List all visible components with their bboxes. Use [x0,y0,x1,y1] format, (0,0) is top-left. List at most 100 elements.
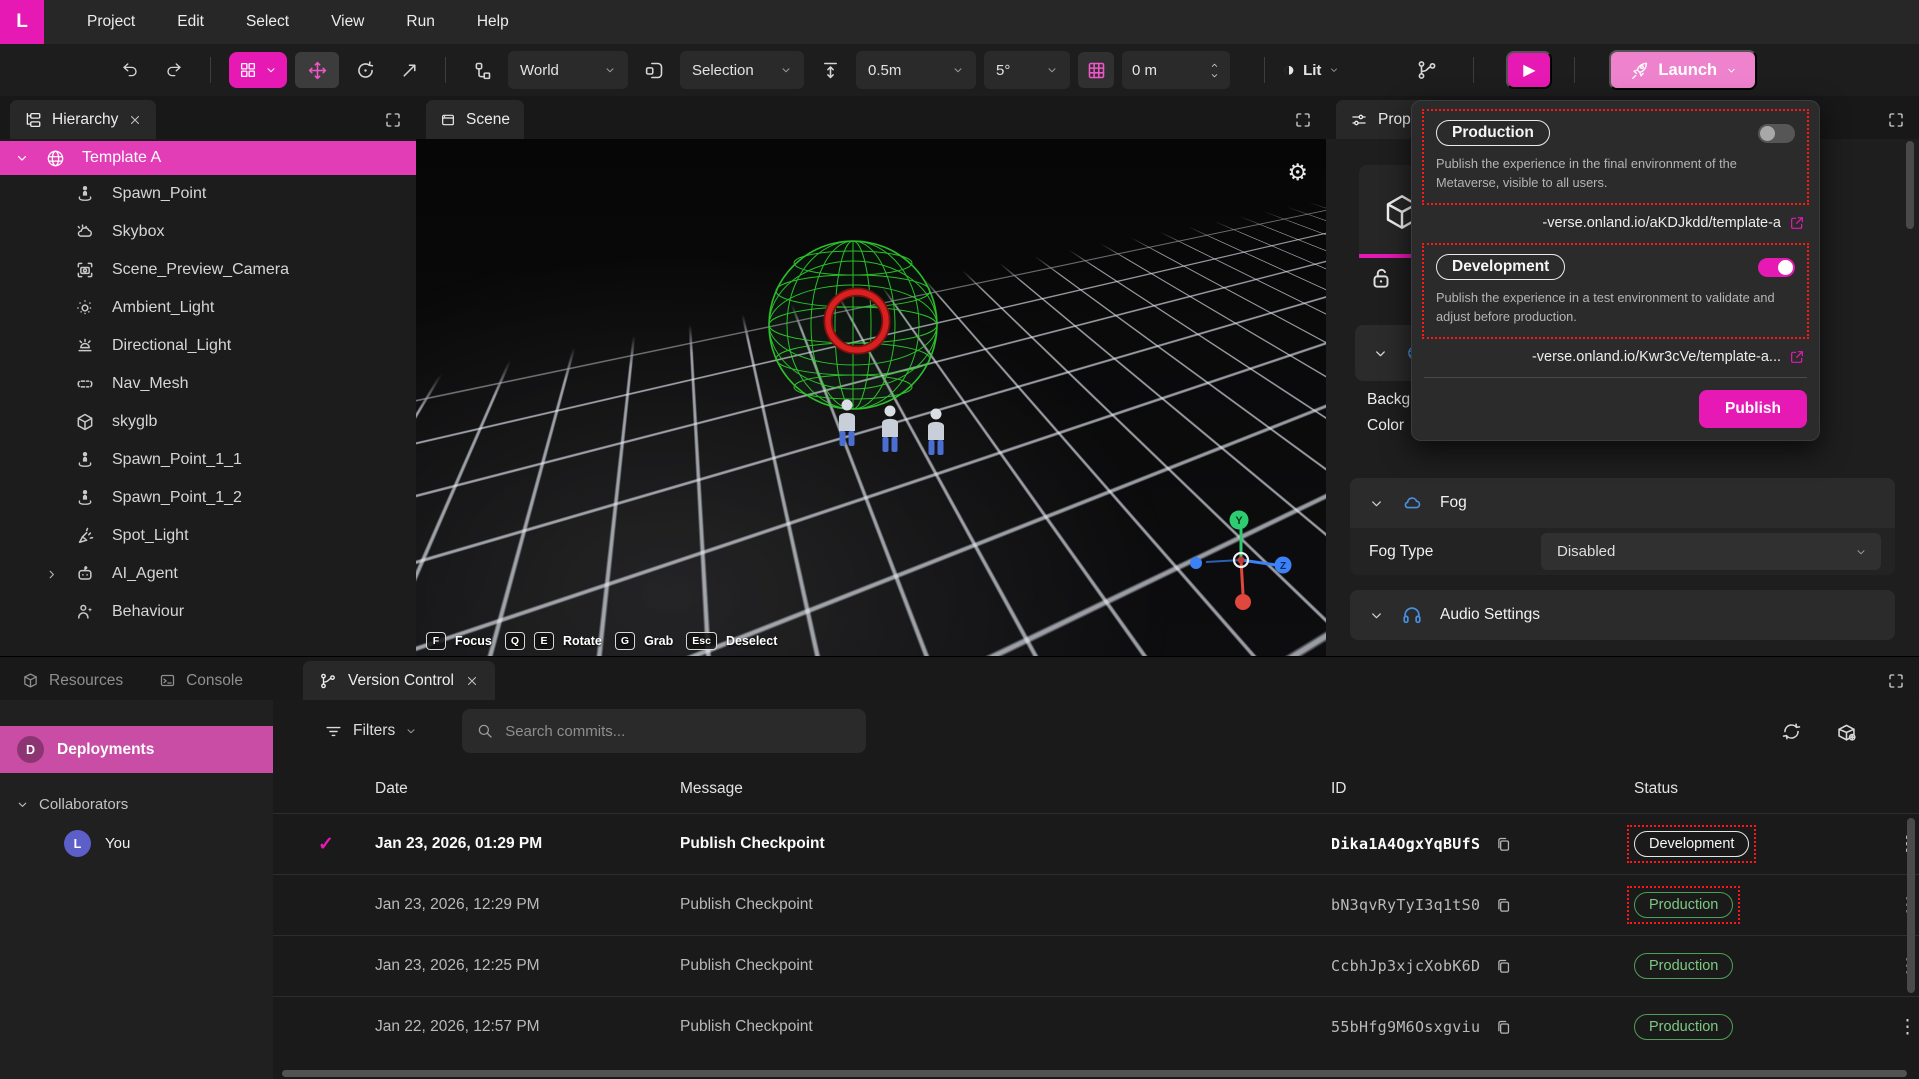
grid-toggle-button[interactable] [1078,52,1114,88]
collaborators-header[interactable]: Collaborators [0,796,273,813]
hierarchy-item-nav-mesh[interactable]: Nav_Mesh [0,365,416,403]
audio-settings-header[interactable]: Audio Settings [1350,590,1895,640]
menu-view[interactable]: View [310,13,385,31]
hierarchy-item-spawn-point[interactable]: Spawn_Point [0,175,416,213]
fog-type-select[interactable]: Disabled [1541,533,1881,570]
tab-hierarchy[interactable]: Hierarchy [10,100,156,139]
play-button[interactable]: ▶ [1506,51,1552,89]
redo-button[interactable] [156,52,192,88]
menu-edit[interactable]: Edit [156,13,225,31]
scale-tool-button[interactable] [391,52,427,88]
transform-space-button[interactable] [464,52,500,88]
external-link-icon[interactable] [1789,349,1805,365]
tab-console-label: Console [186,672,243,690]
close-icon[interactable] [465,674,479,688]
collaborator-you[interactable]: L You [0,830,273,857]
shading-mode-select[interactable]: ◑ Lit [1283,59,1339,82]
move-tool-button[interactable] [295,52,339,88]
hierarchy-item-spot-light[interactable]: Spot_Light [0,517,416,555]
undo-button[interactable] [112,52,148,88]
development-link[interactable]: -verse.onland.io/Kwr3cVe/template-a... [1422,349,1805,365]
hierarchy-item-spawn-point-1-1[interactable]: Spawn_Point_1_1 [0,441,416,479]
sync-icon[interactable] [1781,721,1802,742]
hierarchy-item-scene-preview-camera[interactable]: Scene_Preview_Camera [0,251,416,289]
version-control-button[interactable] [1409,52,1445,88]
svg-text:Y: Y [1235,515,1243,527]
copy-icon[interactable] [1495,836,1512,853]
copy-icon[interactable] [1495,958,1512,975]
chevron-down-icon[interactable] [16,798,29,811]
expand-icon[interactable] [1887,672,1905,690]
keycap-e: E [534,632,554,650]
sidebar-item-deployments[interactable]: D Deployments [0,726,273,773]
rotate-icon [355,60,376,81]
scene-viewport[interactable]: Y Z ⚙ F Focus Q E Rotate G Grab Esc Dese… [416,139,1326,656]
selection-select[interactable]: Selection [680,51,804,89]
hierarchy-item-spawn-point-1-2[interactable]: Spawn_Point_1_2 [0,479,416,517]
tab-console[interactable]: Console [145,661,257,700]
production-link[interactable]: -verse.onland.io/aKDJkdd/template-a [1422,215,1805,231]
height-stepper[interactable]: 0 m [1122,51,1230,89]
chevron-down-icon[interactable] [1369,496,1384,511]
fog-section-header[interactable]: Fog [1350,478,1895,528]
copy-icon[interactable] [1495,1019,1512,1036]
viewport-settings-gear-icon[interactable]: ⚙ [1287,159,1308,186]
stepper-arrows[interactable] [1209,61,1220,80]
table-vertical-scrollbar[interactable] [1907,818,1915,993]
menu-select[interactable]: Select [225,13,310,31]
rotation-snap-select[interactable]: 5° [984,51,1070,89]
world-select[interactable]: World [508,51,628,89]
expand-icon[interactable] [384,111,402,129]
hierarchy-item-behaviour[interactable]: Behaviour [0,593,416,631]
layout-grid-button[interactable] [229,52,287,88]
console-icon [159,672,176,689]
publish-button[interactable]: Publish [1699,390,1807,428]
spawn-point-icon [75,450,95,470]
hierarchy-root-template-a[interactable]: Template A [0,141,416,175]
unlock-icon[interactable] [1368,265,1394,296]
chevron-down-icon[interactable] [1373,346,1388,361]
table-row[interactable]: Jan 23, 2026, 12:25 PM Publish Checkpoin… [273,935,1919,996]
external-link-icon[interactable] [1789,215,1805,231]
tab-scene[interactable]: Scene [426,100,524,139]
table-row[interactable]: Jan 23, 2026, 12:29 PM Publish Checkpoin… [273,874,1919,935]
cell-id: bN3qvRyTyI3q1tS0 [1331,896,1480,914]
chevron-down-icon[interactable] [1369,608,1384,623]
production-toggle[interactable] [1758,124,1795,143]
transform-gizmo[interactable]: Y Z [1190,511,1292,611]
close-icon[interactable] [128,113,142,127]
keycap-esc: Esc [686,632,717,650]
chevron-down-icon[interactable] [15,151,29,165]
grid-size-select[interactable]: 0.5m [856,51,976,89]
table-row[interactable]: ✓ Jan 23, 2026, 01:29 PM Publish Checkpo… [273,813,1919,874]
deployment-settings-icon[interactable] [1836,721,1857,742]
properties-scrollbar[interactable] [1906,141,1914,229]
hierarchy-item-skybox[interactable]: Skybox [0,213,416,251]
copy-icon[interactable] [1495,897,1512,914]
menu-project[interactable]: Project [66,13,156,31]
development-toggle[interactable] [1758,258,1795,277]
shading-mode-value: Lit [1303,62,1321,79]
expand-icon[interactable] [1887,111,1905,129]
tab-resources[interactable]: Resources [8,661,137,700]
app-logo: L [0,0,44,44]
launch-button[interactable]: Launch [1609,50,1757,90]
hierarchy-item-ambient-light[interactable]: Ambient_Light [0,289,416,327]
snap-ground-button[interactable] [812,52,848,88]
table-horizontal-scrollbar[interactable] [282,1070,1907,1077]
hierarchy-item-directional-light[interactable]: Directional_Light [0,327,416,365]
menu-run[interactable]: Run [385,13,455,31]
wireframe-sphere[interactable] [769,241,937,409]
kebab-menu-icon[interactable]: ⋮ [1851,1016,1917,1039]
hierarchy-item-ai-agent[interactable]: AI_Agent [0,555,416,593]
search-commits-input[interactable] [505,723,852,740]
chevron-right-icon[interactable] [45,568,58,581]
expand-icon[interactable] [1294,111,1312,129]
filters-button[interactable]: Filters [324,722,417,741]
rotate-tool-button[interactable] [347,52,383,88]
menu-help[interactable]: Help [456,13,530,31]
table-row[interactable]: Jan 22, 2026, 12:57 PM Publish Checkpoin… [273,996,1919,1057]
tab-version-control[interactable]: Version Control [303,661,495,700]
pivot-mode-button[interactable] [636,52,672,88]
hierarchy-item-skyglb[interactable]: skyglb [0,403,416,441]
